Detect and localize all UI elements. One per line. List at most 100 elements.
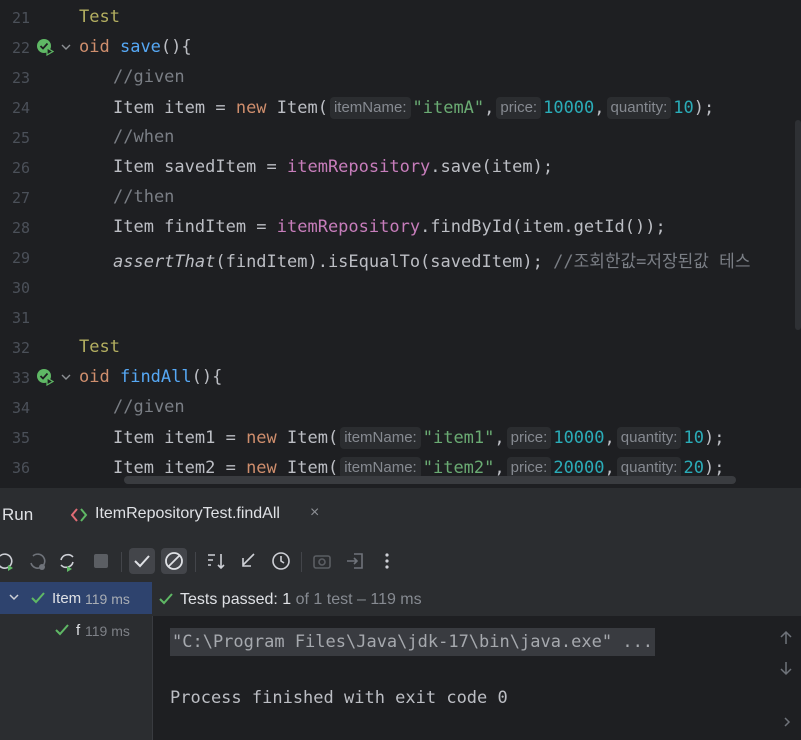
line-number: 24 [11, 99, 30, 117]
arrow-up-icon[interactable] [779, 630, 793, 646]
passed-label: Tests passed: [180, 591, 278, 608]
run-test-icon[interactable] [36, 38, 54, 56]
code-text: , [604, 428, 615, 448]
param-hint: itemName: [340, 427, 421, 449]
code-line-25[interactable]: 25 //when [0, 122, 801, 152]
tab-item-repository-test[interactable]: ItemRepositoryTest.findAll × [62, 488, 334, 540]
keyword: new [235, 98, 267, 118]
tab-label: ItemRepositoryTest.findAll [95, 505, 280, 522]
code-line-23[interactable]: 23 //given [0, 62, 801, 92]
code-line-26[interactable]: 26 Item savedItem = itemRepository.save(… [0, 152, 801, 182]
code-text: (){ [191, 367, 223, 387]
toolbar-separator [301, 552, 302, 572]
code-text: Item( [276, 458, 339, 478]
number-literal: 10000 [553, 428, 605, 448]
code-text: Item item2 = [113, 458, 247, 478]
run-toolbar [0, 540, 801, 582]
rerun-failed-icon[interactable] [24, 548, 50, 574]
code-text: Item( [266, 98, 328, 118]
console-output[interactable]: "C:\Program Files\Java\jdk-17\bin\java.e… [152, 616, 801, 740]
number-literal: 20000 [553, 458, 605, 478]
console-command-line[interactable]: "C:\Program Files\Java\jdk-17\bin\java.e… [170, 628, 656, 656]
code-text: , [604, 458, 615, 478]
run-title: Run [2, 505, 34, 524]
code-line-32[interactable]: 32 Test [0, 332, 801, 362]
annotation: Test [79, 7, 120, 27]
code-line-33[interactable]: 33 oid findAll(){ [0, 362, 801, 392]
chevron-right-icon[interactable] [781, 716, 793, 728]
code-line-24[interactable]: 24 Item item = new Item(itemName: "itemA"… [0, 92, 801, 122]
rerun-icon[interactable] [0, 548, 18, 574]
test-duration: 119 ms [85, 591, 130, 607]
line-number: 22 [11, 39, 30, 57]
run-test-icon[interactable] [36, 368, 54, 386]
code-text: , [484, 98, 495, 118]
vertical-scrollbar[interactable] [795, 120, 801, 330]
param-hint: price: [496, 97, 542, 119]
history-icon[interactable] [268, 548, 294, 574]
string-literal: "itemA" [412, 98, 485, 118]
line-number: 26 [11, 159, 30, 177]
chevron-down-icon[interactable] [8, 591, 20, 603]
test-tree: Item 119 ms f 119 ms [0, 582, 152, 740]
run-tab-bar: Run ItemRepositoryTest.findAll × [0, 488, 801, 540]
code-text: , [594, 98, 605, 118]
number-literal: 10 [683, 428, 704, 448]
param-hint: quantity: [616, 427, 682, 449]
keyword: new [246, 458, 277, 478]
test-status-bar: Tests passed: 1 of 1 test – 119 ms [152, 582, 801, 616]
code-text: ); [703, 428, 725, 448]
code-line-29[interactable]: 29 assertThat(findItem).isEqualTo(savedI… [0, 242, 801, 272]
screenshot-icon[interactable] [309, 548, 335, 574]
code-line-27[interactable]: 27 //then [0, 182, 801, 212]
export-icon[interactable] [342, 548, 368, 574]
param-hint: itemName: [329, 97, 411, 119]
comment: //given [113, 397, 185, 417]
line-number: 35 [11, 429, 30, 447]
string-literal: "item2" [422, 458, 495, 478]
field-reference: itemRepository [276, 217, 421, 237]
line-number: 32 [11, 339, 30, 357]
test-config-icon [70, 508, 88, 522]
line-number: 23 [11, 69, 30, 87]
toggle-auto-test-icon[interactable] [54, 548, 80, 574]
code-text: Item findItem = [113, 217, 277, 237]
code-text: , [494, 458, 505, 478]
show-ignored-icon[interactable] [161, 548, 187, 574]
test-tree-row[interactable]: f 119 ms [0, 614, 152, 646]
chevron-down-icon[interactable] [60, 371, 72, 383]
code-line-21[interactable]: 21 Test [0, 2, 801, 32]
close-icon[interactable]: × [310, 504, 319, 522]
code-line-22[interactable]: 22 oid save(){ [0, 32, 801, 62]
line-number: 29 [11, 249, 30, 267]
check-icon [55, 624, 69, 636]
code-line-28[interactable]: 28 Item findItem = itemRepository.findBy… [0, 212, 801, 242]
code-text: Item item = [113, 98, 236, 118]
code-line-30[interactable]: 30 [0, 272, 801, 302]
code-line-31[interactable]: 31 [0, 302, 801, 332]
line-number: 30 [11, 279, 30, 297]
comment: //조회한값=저장된값 테스 [553, 252, 751, 272]
collapse-icon[interactable] [235, 548, 261, 574]
code-editor[interactable]: 21 Test 22 oid save(){ 23 //given 24 Ite… [0, 0, 801, 488]
test-tree-row[interactable]: Item 119 ms [0, 582, 152, 614]
line-number: 31 [11, 309, 30, 327]
code-text: (findItem).isEqualTo(savedItem); [215, 252, 554, 272]
horizontal-scrollbar[interactable] [124, 476, 736, 484]
test-method-name: f [76, 622, 81, 639]
sort-icon[interactable] [203, 548, 229, 574]
number-literal: 10000 [543, 98, 595, 118]
number-literal: 20 [683, 458, 704, 478]
keyword: new [246, 428, 277, 448]
code-line-34[interactable]: 34 //given [0, 392, 801, 422]
code-line-35[interactable]: 35 Item item1 = new Item(itemName: "item1… [0, 422, 801, 452]
show-passed-icon[interactable] [129, 548, 155, 574]
more-icon[interactable] [374, 548, 400, 574]
code-text: ); [703, 458, 725, 478]
arrow-down-icon[interactable] [779, 660, 793, 676]
stop-icon[interactable] [88, 548, 114, 574]
code-text: Item savedItem = [113, 157, 287, 177]
static-method: assertThat [113, 252, 216, 272]
chevron-down-icon[interactable] [60, 41, 72, 53]
keyword: oid [79, 37, 110, 57]
